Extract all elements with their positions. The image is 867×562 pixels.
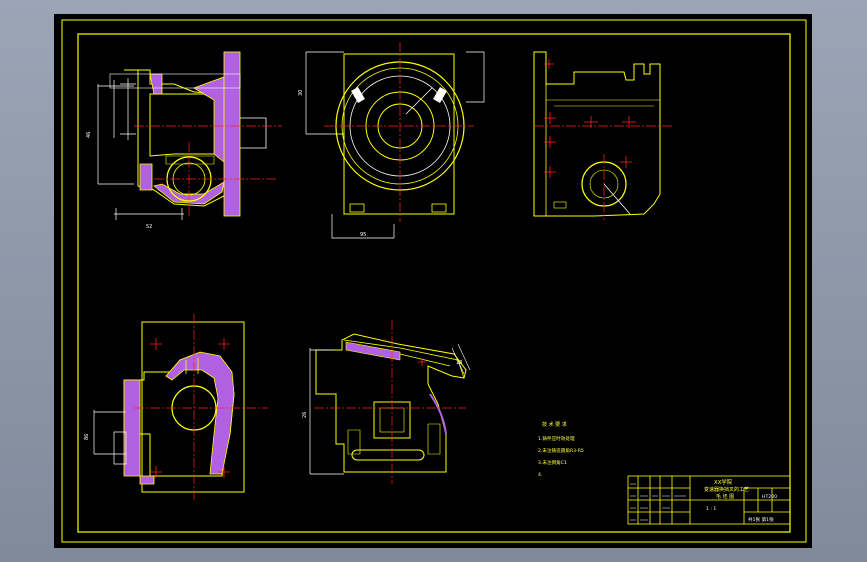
- tech-req-line: 1.铸件应时效处理: [538, 435, 575, 442]
- svg-text:95: 95: [360, 232, 366, 238]
- drawing-border: [77, 33, 791, 533]
- svg-text:18: 18: [456, 360, 462, 366]
- svg-text:46: 46: [86, 132, 92, 138]
- technical-requirements: 技 术 要 求 1.铸件应时效处理 2.未注铸造圆角R3-R5 3.未注倒角C1…: [538, 421, 584, 478]
- svg-text:30: 30: [298, 90, 304, 96]
- tech-req-title: 技 术 要 求: [542, 421, 567, 428]
- title-line1: XX学院: [714, 478, 733, 486]
- title-scale: 1 : 1: [706, 506, 716, 512]
- cad-drawing[interactable]: 46 52 95 30 86 26 18 技 术 要 求 1.铸件应时效处理 2…: [54, 14, 812, 548]
- view-front[interactable]: 95 30: [298, 42, 485, 239]
- title-line2: 变速器换挡叉的工艺: [704, 486, 749, 493]
- view-side[interactable]: [533, 51, 674, 220]
- drawing-canvas[interactable]: 46 52 95 30 86 26 18 技 术 要 求 1.铸件应时效处理 2…: [54, 14, 812, 548]
- title-sheet: 共1张 第1张: [748, 516, 774, 523]
- title-material: HT200: [762, 494, 777, 500]
- svg-text:26: 26: [302, 412, 308, 418]
- svg-text:86: 86: [84, 434, 90, 440]
- tech-req-line: 4.: [538, 472, 542, 478]
- title-block[interactable]: [627, 475, 791, 525]
- svg-text:52: 52: [146, 224, 152, 230]
- title-line3: 毛 坯 图: [716, 493, 734, 500]
- view-angled[interactable]: 26 18: [302, 320, 471, 484]
- viewer-background: 46 52 95 30 86 26 18 技 术 要 求 1.铸件应时效处理 2…: [0, 0, 867, 562]
- tech-req-line: 3.未注倒角C1: [538, 459, 567, 466]
- view-front-section[interactable]: 46 52: [86, 51, 282, 230]
- view-bottom-section[interactable]: 86: [84, 314, 268, 500]
- tech-req-line: 2.未注铸造圆角R3-R5: [538, 447, 584, 454]
